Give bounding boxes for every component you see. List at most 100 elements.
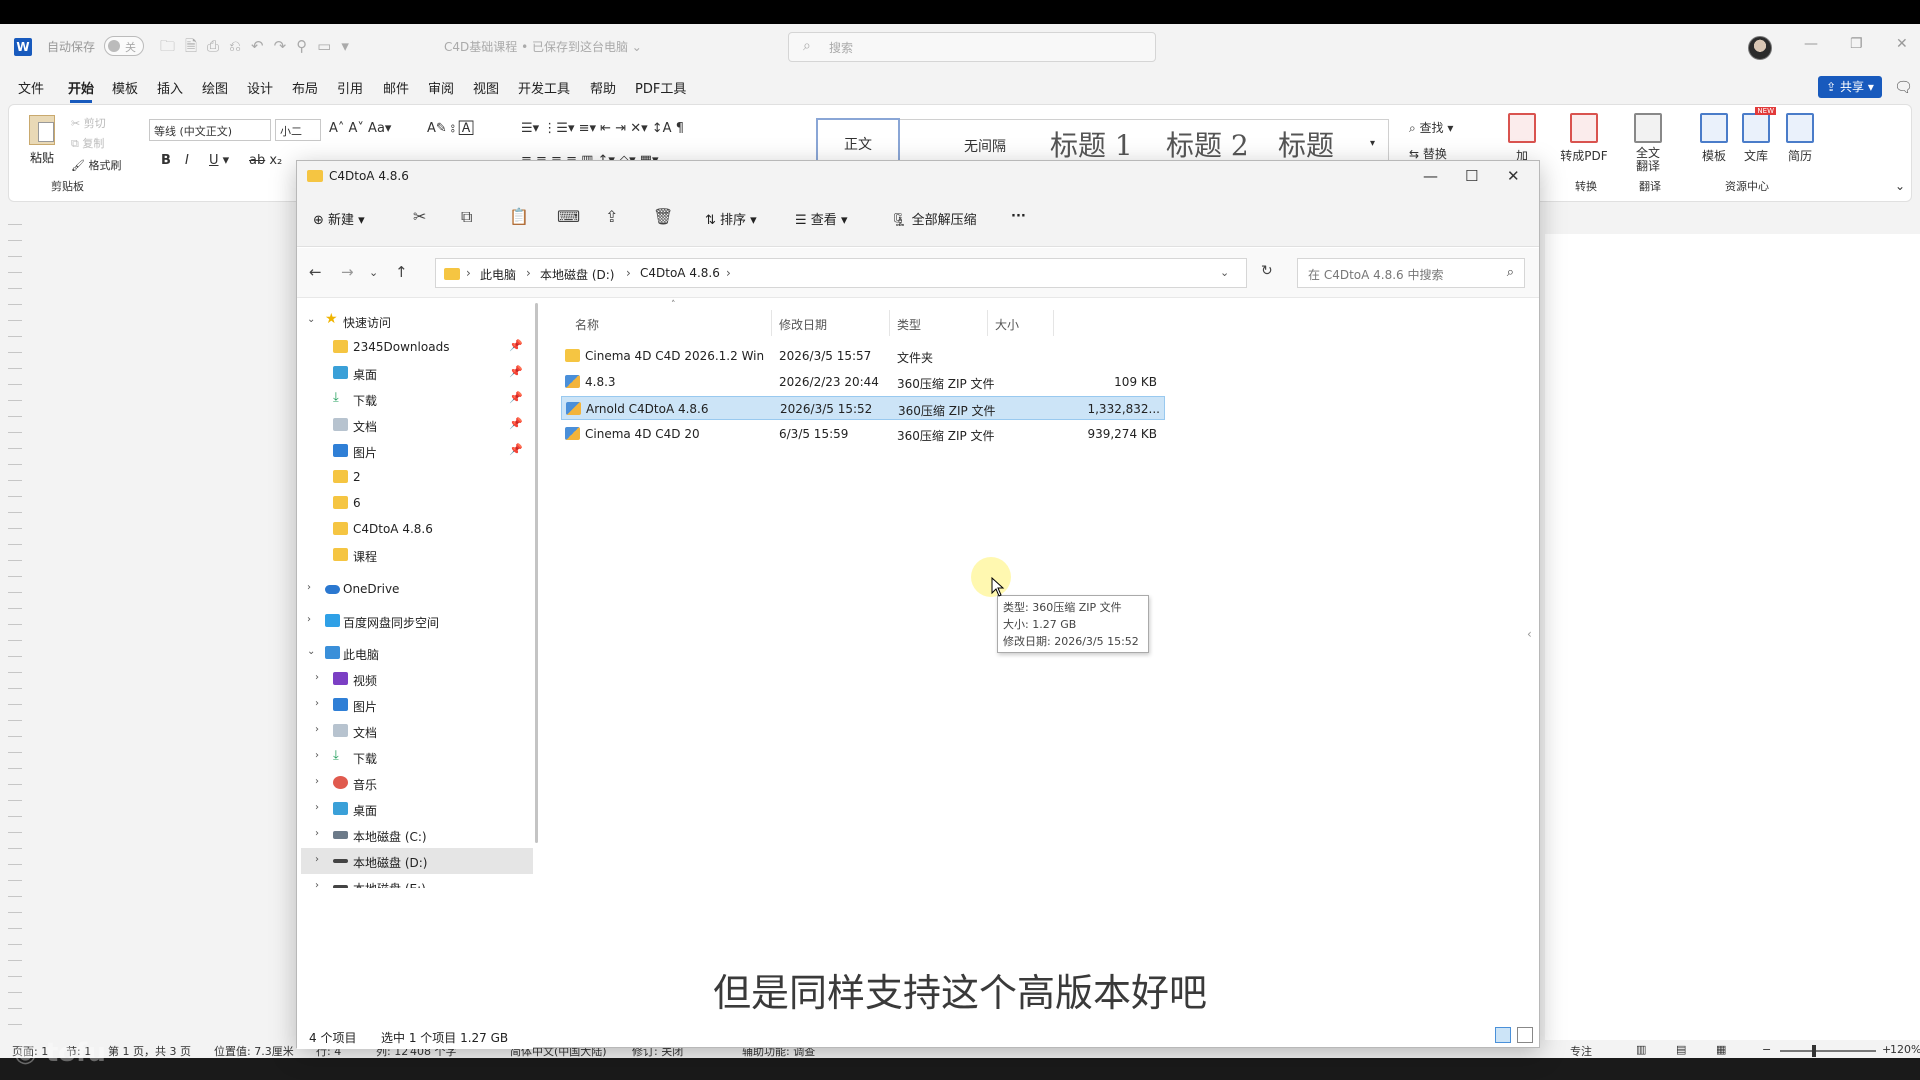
copy-icon[interactable]: ⧉ <box>461 207 472 227</box>
user-avatar[interactable] <box>1748 36 1772 60</box>
paragraph-list-icons[interactable]: ☰▾ ⋮☰▾ ≡▾ ⇤ ⇥ ✕▾ ↕A ¶ <box>521 121 684 136</box>
chevron-right-icon[interactable]: › <box>315 750 319 761</box>
back-arrow-icon[interactable]: ← <box>309 263 322 281</box>
column-divider[interactable] <box>771 310 772 336</box>
web-layout-icon[interactable]: ▦ <box>1716 1043 1726 1056</box>
font-size-select[interactable]: 小二 <box>275 119 321 141</box>
chevron-right-icon[interactable]: › <box>315 672 319 683</box>
tab-draw[interactable]: 绘图 <box>202 78 228 97</box>
document-page[interactable] <box>1545 234 1920 1054</box>
explorer-search-box[interactable]: 在 C4DtoA 4.8.6 中搜索 ⌕ <box>1297 258 1525 288</box>
strikethrough-icon[interactable]: ab x₂ <box>249 153 282 168</box>
nav-item-folder-6[interactable]: 6 <box>301 490 533 516</box>
up-arrow-icon[interactable]: ↑ <box>395 263 408 281</box>
paste-button[interactable]: 粘贴 <box>25 113 59 173</box>
tab-view[interactable]: 视图 <box>473 78 499 97</box>
quick-access-toolbar-icons[interactable]: 🗀🗎⎙⎌↶↷⚲▭▾ <box>160 36 359 61</box>
share-button[interactable]: ⇪ 共享 ▾ <box>1818 76 1882 98</box>
autosave-toggle[interactable]: 关 <box>104 36 144 56</box>
close-icon[interactable]: ✕ <box>1896 36 1908 52</box>
clear-format-icon[interactable]: A✎ ⦂ 🄰 <box>427 121 473 136</box>
explorer-minimize-icon[interactable]: — <box>1423 167 1438 185</box>
nav-pc-disk-c[interactable]: › 本地磁盘 (C:) <box>301 822 533 848</box>
chevron-right-icon[interactable]: › <box>307 614 311 625</box>
status-pages[interactable]: 第 1 页，共 3 页 <box>108 1043 191 1059</box>
nav-pc-videos[interactable]: › 视频 <box>301 666 533 692</box>
nav-item-downloads[interactable]: ⤓ 下载 📌 <box>301 386 533 412</box>
nav-baidu-sync[interactable]: › 百度网盘同步空间 <box>301 608 533 634</box>
full-translate-button[interactable]: 全文 翻译 <box>1623 113 1673 173</box>
word-search-box[interactable]: ⌕ 搜索 <box>788 32 1156 62</box>
refresh-icon[interactable]: ↻ <box>1261 263 1273 279</box>
minimize-icon[interactable]: — <box>1804 36 1818 52</box>
chevron-right-icon[interactable]: › <box>315 724 319 735</box>
tab-templates[interactable]: 模板 <box>112 78 138 97</box>
library-button[interactable]: NEW 文库 <box>1731 107 1781 164</box>
file-row-selected[interactable]: Arnold C4DtoA 4.8.6 2026/3/5 15:52 360压缩… <box>561 396 1165 420</box>
extract-all-button[interactable]: 🗜 全部解压缩 <box>891 209 977 228</box>
tab-references[interactable]: 引用 <box>337 78 363 97</box>
nav-item-desktop[interactable]: 桌面 📌 <box>301 360 533 386</box>
address-history-chevron-icon[interactable]: ⌄ <box>1220 266 1229 279</box>
explorer-close-icon[interactable]: ✕ <box>1507 167 1520 185</box>
nav-pc-downloads[interactable]: › ⤓ 下载 <box>301 744 533 770</box>
tab-mailings[interactable]: 邮件 <box>383 78 409 97</box>
chevron-right-icon[interactable]: › <box>315 880 319 888</box>
add-button[interactable]: 加 <box>1497 113 1547 164</box>
cut-button[interactable]: ✂ 剪切 <box>71 115 106 131</box>
read-mode-icon[interactable]: ▥ <box>1636 1043 1646 1056</box>
style-title[interactable]: 标题 <box>1278 124 1334 164</box>
nav-pc-documents[interactable]: › 文档 <box>301 718 533 744</box>
column-header-date[interactable]: 修改日期 <box>779 316 827 333</box>
underline-icon[interactable]: U ▾ <box>209 153 229 168</box>
pin-icon[interactable]: 📌 <box>509 391 523 404</box>
font-size-controls-icon[interactable]: A˄ A˅ Aa▾ <box>329 121 391 136</box>
chevron-right-icon[interactable]: › <box>307 582 311 593</box>
resume-button[interactable]: 简历 <box>1775 113 1825 164</box>
paste-icon[interactable]: 📋 <box>509 207 529 226</box>
file-row[interactable]: 4.8.3 2026/2/23 20:44 360压缩 ZIP 文件 109 K… <box>561 370 1165 394</box>
nav-quick-access[interactable]: ⌄ ★ 快速访问 <box>301 308 533 334</box>
share-icon[interactable]: ⇪ <box>605 207 618 226</box>
nav-scrollbar[interactable] <box>535 303 538 843</box>
ribbon-collapse-icon[interactable]: ⌄ <box>1895 179 1905 193</box>
style-heading-2[interactable]: 标题 2 <box>1166 124 1249 164</box>
explorer-maximize-icon[interactable]: ☐ <box>1465 167 1478 185</box>
tab-insert[interactable]: 插入 <box>157 78 183 97</box>
chevron-right-icon[interactable]: › <box>315 854 319 865</box>
document-title[interactable]: C4D基础课程 • 已保存到这台电脑 ⌄ <box>444 38 642 55</box>
status-focus[interactable]: 专注 <box>1570 1043 1592 1059</box>
tab-layout[interactable]: 布局 <box>292 78 318 97</box>
restore-icon[interactable]: ❐ <box>1850 36 1863 52</box>
chevron-down-icon[interactable]: ⌄ <box>307 314 315 325</box>
tab-home[interactable]: 开始 <box>68 78 94 103</box>
column-header-name[interactable]: 名称 <box>575 316 599 333</box>
tab-file[interactable]: 文件 <box>18 78 44 97</box>
chevron-down-icon[interactable]: ⌄ <box>307 646 315 657</box>
pin-icon[interactable]: 📌 <box>509 443 523 456</box>
zoom-slider-thumb[interactable] <box>1812 1045 1816 1057</box>
nav-item-pictures[interactable]: 图片 📌 <box>301 438 533 464</box>
details-view-icon[interactable] <box>1495 1027 1511 1043</box>
nav-pc-music[interactable]: › 音乐 <box>301 770 533 796</box>
find-button[interactable]: ⌕ 查找 ▾ <box>1409 119 1453 136</box>
tab-help[interactable]: 帮助 <box>590 78 616 97</box>
nav-pc-pictures[interactable]: › 图片 <box>301 692 533 718</box>
zoom-out-icon[interactable]: − <box>1762 1043 1771 1056</box>
details-pane-toggle-icon[interactable]: ‹ <box>1527 627 1532 641</box>
breadcrumb-disk-d[interactable]: 本地磁盘 (D:) <box>540 266 614 283</box>
italic-icon[interactable]: I <box>185 153 189 168</box>
pin-icon[interactable]: 📌 <box>509 339 523 352</box>
zoom-slider[interactable] <box>1780 1050 1876 1052</box>
format-painter-button[interactable]: 🖌 格式刷 <box>71 157 121 173</box>
cut-icon[interactable]: ✂ <box>413 207 426 226</box>
rename-icon[interactable]: ⌨ <box>557 207 580 226</box>
column-divider[interactable] <box>1053 310 1054 336</box>
more-options-button[interactable]: ··· <box>1011 209 1026 224</box>
style-no-spacing[interactable]: 无间隔 <box>964 136 1006 156</box>
recent-chevron-icon[interactable]: ⌄ <box>369 266 378 279</box>
column-header-size[interactable]: 大小 <box>995 316 1019 333</box>
breadcrumb-c4dtoa[interactable]: C4DtoA 4.8.6 <box>640 266 720 280</box>
to-pdf-button[interactable]: 转成PDF <box>1559 113 1609 164</box>
comments-icon[interactable]: 🗨 <box>1894 78 1913 96</box>
